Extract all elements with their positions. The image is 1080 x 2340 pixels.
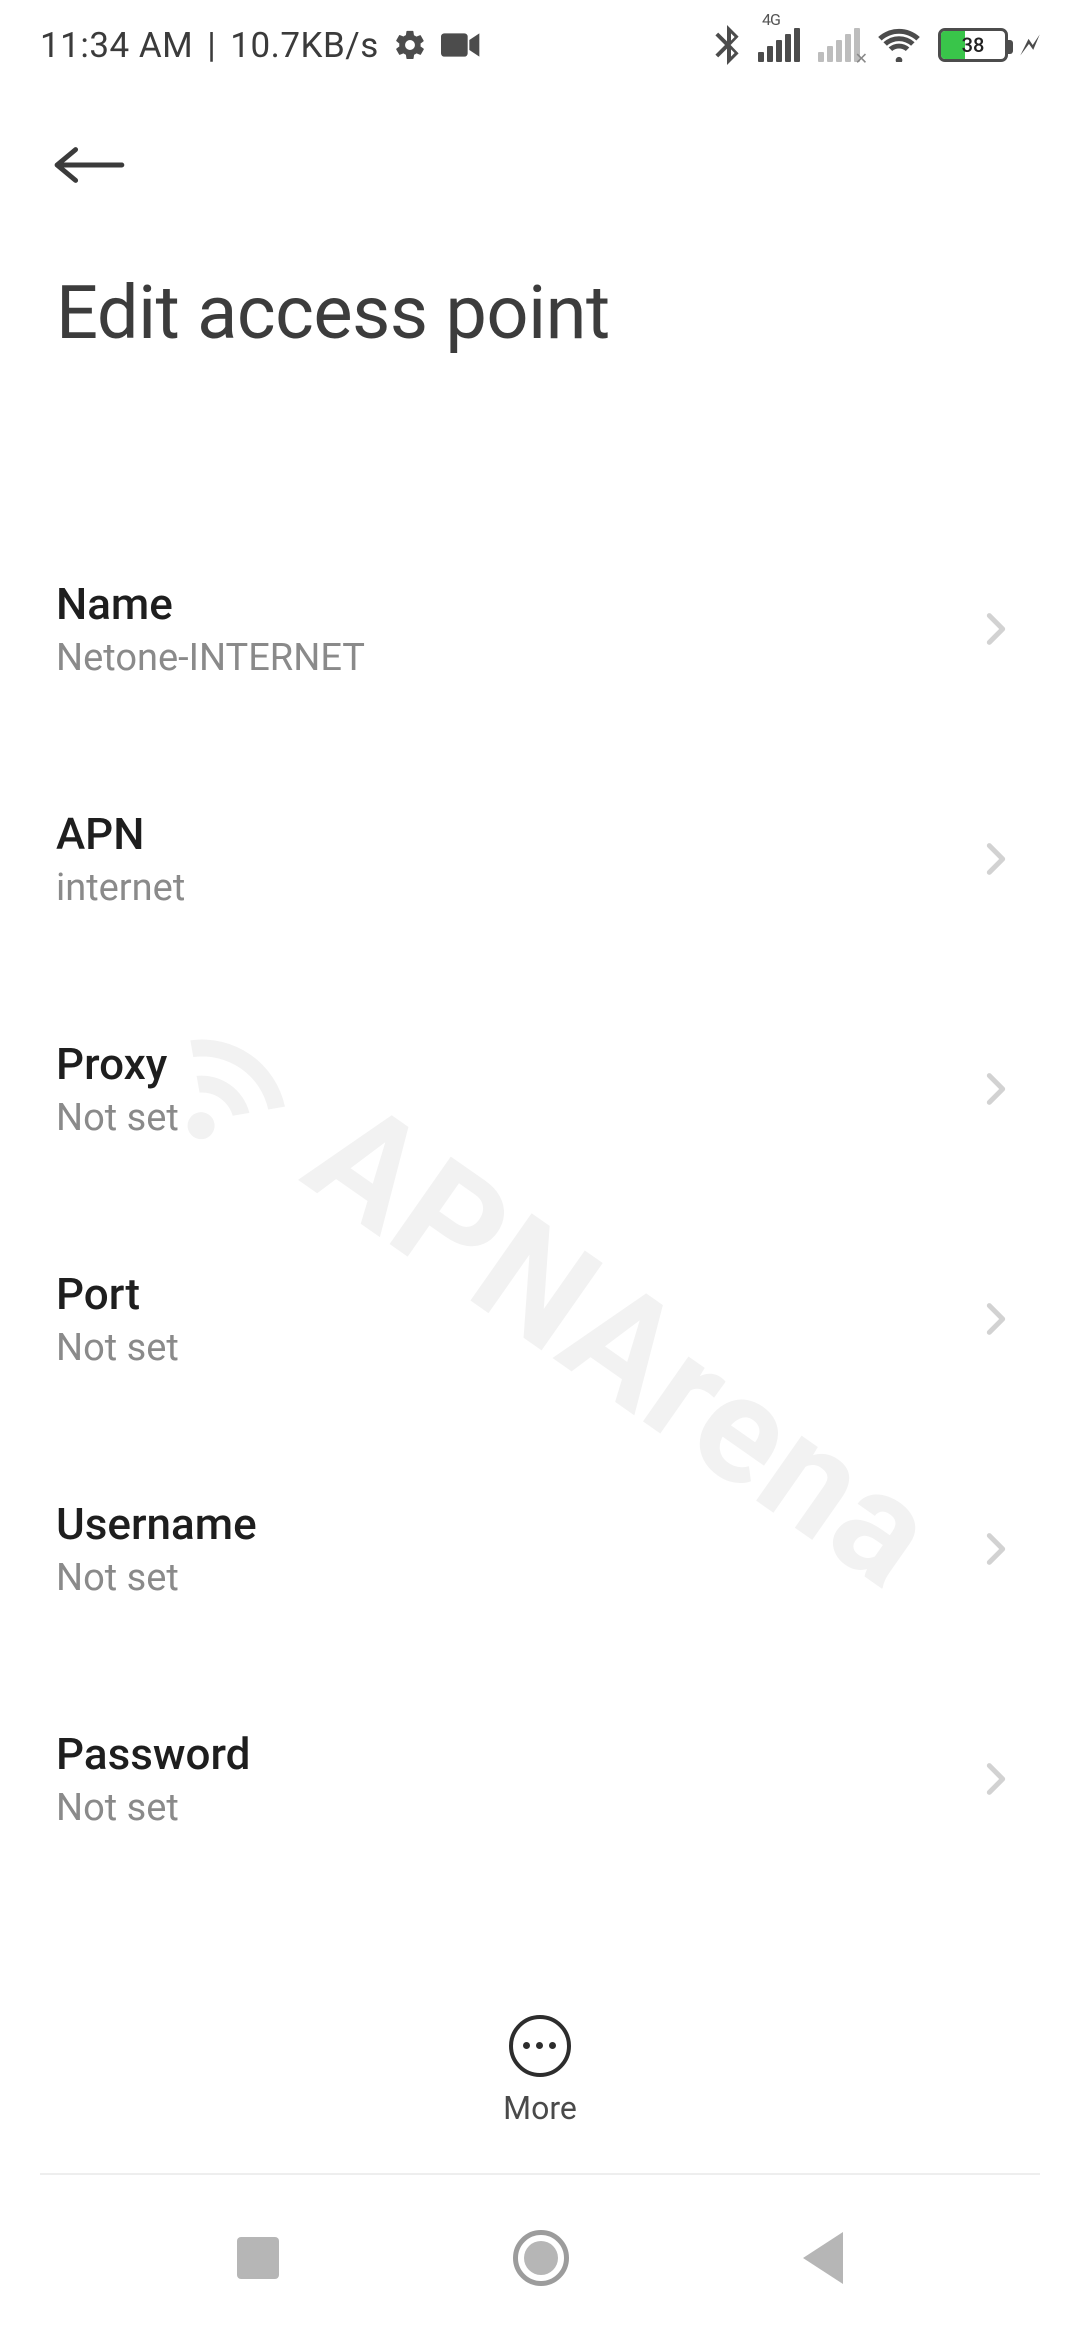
more-button[interactable]: More (503, 2015, 577, 2127)
row-label: APN (56, 808, 185, 860)
system-nav-bar (0, 2175, 1080, 2340)
chevron-right-icon (976, 1069, 1016, 1109)
chevron-right-icon (976, 839, 1016, 879)
more-label: More (503, 2089, 577, 2127)
row-label: Password (56, 1728, 250, 1780)
nav-home-button[interactable] (513, 2230, 569, 2286)
camera-icon (441, 31, 481, 59)
signal-bars-icon (758, 28, 800, 62)
row-value: Not set (56, 1556, 257, 1600)
row-label: Name (56, 578, 365, 630)
row-label: Username (56, 1498, 257, 1550)
square-icon (237, 2237, 279, 2279)
row-port[interactable]: Port Not set (0, 1230, 1080, 1408)
status-net-speed: 10.7KB/s (230, 25, 379, 66)
chevron-right-icon (976, 609, 1016, 649)
signal-secondary: ✕ (818, 28, 860, 62)
row-server[interactable]: Server Not set (0, 1920, 1080, 1960)
bluetooth-icon (714, 25, 740, 65)
chevron-right-icon (976, 1529, 1016, 1569)
status-bar: 11:34 AM | 10.7KB/s 4G ✕ (0, 0, 1080, 90)
wifi-icon (878, 28, 920, 62)
row-value: internet (56, 866, 185, 910)
row-proxy[interactable]: Proxy Not set (0, 1000, 1080, 1178)
status-time: 11:34 AM (40, 25, 193, 66)
page-title: Edit access point (56, 270, 1024, 357)
bottom-action-bar: More (0, 1965, 1080, 2175)
triangle-left-icon (803, 2232, 843, 2284)
row-label: Proxy (56, 1038, 179, 1090)
signal-primary: 4G (758, 28, 800, 62)
row-value: Not set (56, 1326, 179, 1370)
charging-icon: 🗲 (1020, 28, 1040, 63)
battery-icon: 38 (938, 28, 1008, 62)
settings-list: Name Netone-INTERNET APN internet Proxy … (0, 540, 1080, 1960)
status-separator: | (207, 25, 216, 66)
more-icon (509, 2015, 571, 2077)
battery-percent-label: 38 (941, 33, 1005, 57)
row-label: Server (56, 1958, 183, 1960)
chevron-right-icon (976, 1759, 1016, 1799)
nav-recents-button[interactable] (237, 2237, 279, 2279)
back-button[interactable] (46, 120, 136, 210)
row-value: Not set (56, 1096, 179, 1140)
row-username[interactable]: Username Not set (0, 1460, 1080, 1638)
signal-no-sim-icon: ✕ (855, 49, 868, 68)
nav-back-button[interactable] (803, 2232, 843, 2284)
signal-4g-label: 4G (762, 10, 780, 29)
circle-icon (513, 2230, 569, 2286)
arrow-left-icon (54, 141, 128, 189)
row-name[interactable]: Name Netone-INTERNET (0, 540, 1080, 718)
row-label: Port (56, 1268, 179, 1320)
row-value: Not set (56, 1786, 250, 1830)
gear-icon (393, 28, 427, 62)
chevron-right-icon (976, 1299, 1016, 1339)
row-value: Netone-INTERNET (56, 636, 365, 680)
row-password[interactable]: Password Not set (0, 1690, 1080, 1868)
app-header: Edit access point (0, 120, 1080, 357)
row-apn[interactable]: APN internet (0, 770, 1080, 948)
